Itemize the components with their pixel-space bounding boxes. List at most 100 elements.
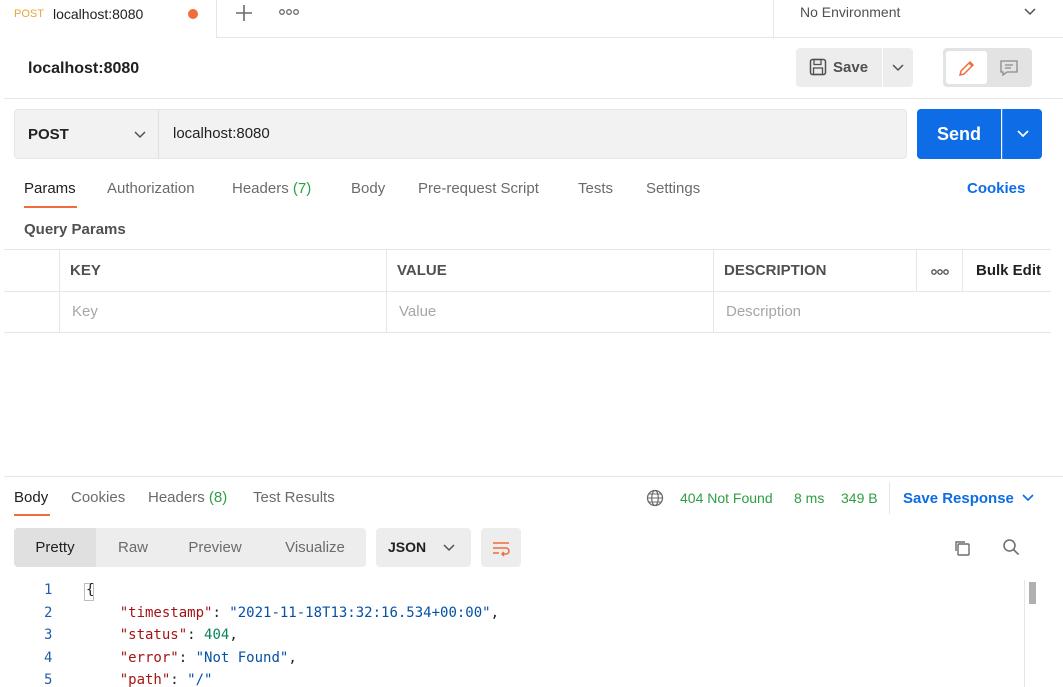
json-key: "timestamp" (119, 604, 213, 621)
line-number: 1 (44, 582, 53, 598)
column-header-description: DESCRIPTION (724, 262, 827, 279)
json-punctuation: , (490, 604, 500, 621)
tab-settings[interactable]: Settings (646, 180, 700, 197)
json-punctuation: : (212, 604, 230, 621)
tab-headers-label: Headers (232, 180, 289, 197)
json-punctuation (86, 605, 120, 621)
view-pretty-button[interactable]: Pretty (14, 528, 96, 567)
method-select-value: POST (28, 126, 69, 143)
save-button[interactable]: Save (796, 48, 882, 87)
json-string: "/" (187, 672, 213, 687)
tab-body[interactable]: Body (351, 180, 385, 197)
chevron-down-icon[interactable] (1021, 493, 1035, 503)
divider (889, 482, 890, 514)
response-code-viewer[interactable]: 1 {2 "timestamp": "2021-11-18T13:32:16.53… (14, 580, 1038, 687)
format-select-value: JSON (388, 539, 427, 555)
response-divider[interactable] (4, 476, 1063, 477)
json-key: "status" (119, 627, 188, 643)
json-punctuation: : (187, 627, 205, 643)
description-input[interactable]: Description (726, 303, 801, 320)
json-punctuation: : (178, 649, 196, 666)
save-icon (809, 58, 827, 76)
globe-icon[interactable] (646, 489, 664, 507)
view-visualize-button[interactable]: Visualize (276, 528, 354, 567)
response-tab-test-results[interactable]: Test Results (253, 489, 335, 506)
wrap-lines-icon (493, 542, 510, 557)
column-header-value: VALUE (397, 262, 447, 279)
view-raw-button[interactable]: Raw (106, 528, 160, 567)
line-number: 4 (44, 649, 53, 666)
edit-mode-button[interactable] (946, 51, 987, 84)
code-line: "status": 404, (86, 627, 238, 643)
wrap-lines-button[interactable] (481, 528, 521, 567)
response-tab-cookies[interactable]: Cookies (71, 489, 125, 506)
table-options-icon[interactable] (930, 267, 950, 277)
divider (4, 98, 1063, 99)
comments-button[interactable] (990, 51, 1028, 84)
params-table: KEY VALUE DESCRIPTION Bulk Edit Key Valu… (4, 249, 1051, 333)
method-select[interactable]: POST (14, 109, 159, 159)
tab-params[interactable]: Params (24, 180, 76, 197)
url-input[interactable]: localhost:8080 (158, 109, 907, 159)
tab-more-options-icon[interactable] (278, 4, 300, 20)
unsaved-dot-icon (188, 9, 198, 19)
save-button-label: Save (833, 59, 869, 76)
response-tab-headers-label: Headers (148, 489, 205, 506)
response-status[interactable]: 404 Not Found (680, 490, 773, 506)
save-options-button[interactable] (883, 48, 913, 87)
code-line: { (86, 582, 94, 598)
column-divider (962, 250, 963, 291)
line-number: 5 (44, 672, 53, 687)
line-number: 3 (44, 627, 53, 643)
cookies-link[interactable]: Cookies (967, 180, 1025, 197)
request-title[interactable]: localhost:8080 (28, 60, 139, 78)
column-divider (916, 250, 917, 291)
json-punctuation: { (86, 582, 95, 598)
tab-authorization[interactable]: Authorization (107, 180, 195, 197)
tab-tests[interactable]: Tests (578, 180, 613, 197)
format-select[interactable]: JSON (376, 528, 471, 567)
response-tab-headers[interactable]: Headers (8) (148, 489, 227, 506)
copy-icon[interactable] (953, 539, 971, 557)
json-punctuation (86, 650, 120, 666)
code-line: "timestamp": "2021-11-18T13:32:16.534+00… (86, 605, 499, 621)
code-line: "error": "Not Found", (86, 650, 297, 666)
response-time[interactable]: 8 ms (794, 490, 824, 506)
json-punctuation: , (229, 627, 238, 643)
tab-pre-request-script[interactable]: Pre-request Script (418, 180, 539, 197)
new-tab-plus-icon[interactable] (232, 2, 256, 24)
bulk-edit-link[interactable]: Bulk Edit (976, 262, 1041, 279)
tab-headers[interactable]: Headers (7) (232, 180, 311, 197)
scrollbar-thumb[interactable] (1029, 582, 1036, 604)
request-tab-name: localhost:8080 (53, 6, 144, 22)
code-line: "path": "/" (86, 672, 213, 687)
response-tab-headers-count: (8) (208, 489, 228, 506)
json-string: "Not Found" (195, 649, 289, 666)
response-size[interactable]: 349 B (841, 490, 878, 506)
view-preview-button[interactable]: Preview (178, 528, 252, 567)
request-tab-active[interactable]: POST localhost:8080 (0, 0, 217, 38)
chevron-down-icon (892, 64, 904, 72)
row-divider (4, 291, 1051, 292)
active-tab-indicator (14, 514, 50, 516)
environment-selector[interactable]: No Environment (773, 0, 1063, 38)
column-header-key: KEY (70, 262, 101, 279)
key-input[interactable]: Key (72, 303, 98, 320)
json-string: "2021-11-18T13:32:16.534+00:00" (229, 604, 491, 621)
query-params-title: Query Params (24, 221, 126, 238)
active-tab-indicator (24, 206, 77, 208)
send-options-button[interactable] (1002, 109, 1042, 159)
search-icon[interactable] (1002, 538, 1020, 556)
chevron-down-icon (1017, 130, 1029, 138)
save-response-button[interactable]: Save Response (903, 490, 1014, 507)
line-number: 2 (44, 604, 53, 621)
value-input[interactable]: Value (399, 303, 436, 320)
json-punctuation: , (288, 649, 297, 666)
json-punctuation (86, 627, 120, 643)
json-punctuation (86, 672, 120, 687)
send-button[interactable]: Send (917, 109, 1001, 159)
chevron-down-icon (134, 131, 146, 139)
json-number: 404 (204, 627, 230, 643)
scrollbar-track (1024, 580, 1025, 687)
response-tab-body[interactable]: Body (14, 489, 48, 506)
